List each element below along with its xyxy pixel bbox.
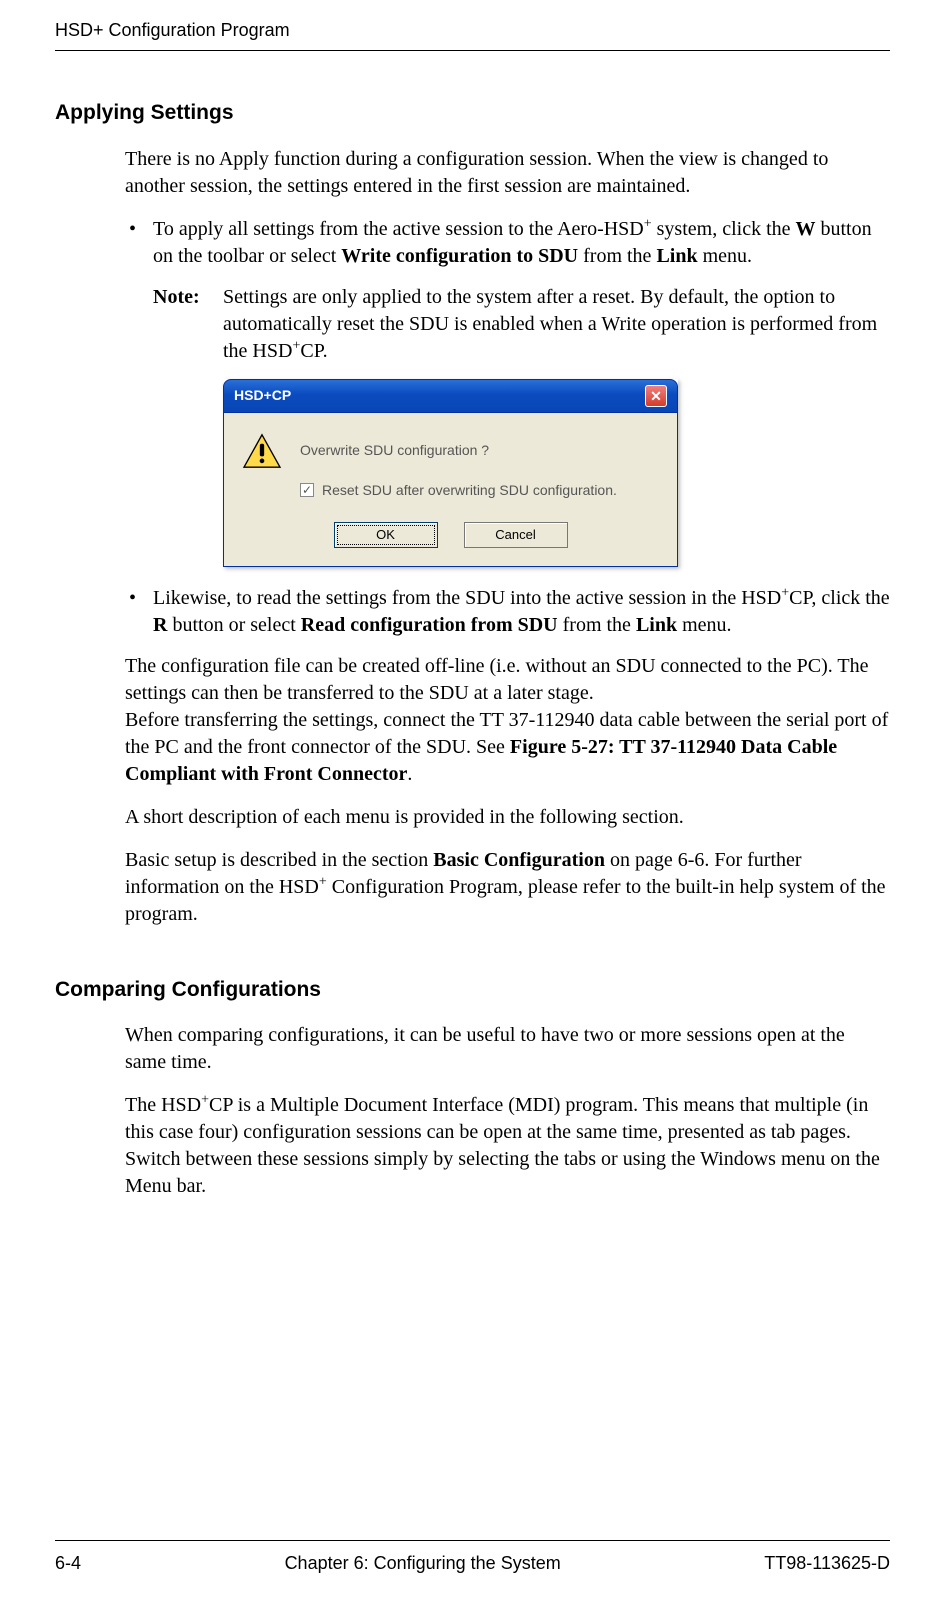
- checkbox-label: Reset SDU after overwriting SDU configur…: [322, 481, 617, 500]
- bullet-apply: • To apply all settings from the active …: [125, 216, 890, 270]
- text: .: [407, 763, 412, 785]
- dialog-screenshot: HSD+CP ✕ Overwrite SDU configuration ?: [223, 379, 890, 567]
- basic-config-ref: Basic Configuration: [433, 849, 605, 871]
- heading-applying-settings: Applying Settings: [55, 99, 890, 127]
- dialog-body: Overwrite SDU configuration ? ✓ Reset SD…: [223, 413, 678, 567]
- text: The configuration file can be created of…: [125, 655, 868, 704]
- dialog-titlebar: HSD+CP ✕: [223, 379, 678, 413]
- text: from the: [558, 614, 636, 636]
- para-basic-setup: Basic setup is described in the section …: [125, 847, 890, 928]
- write-config-ref: Write configuration to SDU: [341, 245, 578, 267]
- sup-plus: +: [644, 216, 652, 231]
- para-menu-desc: A short description of each menu is prov…: [125, 804, 890, 831]
- read-config-ref: Read configuration from SDU: [301, 614, 558, 636]
- text: Basic setup is described in the section: [125, 849, 433, 871]
- text: To apply all settings from the active se…: [153, 218, 644, 240]
- check-icon: ✓: [302, 484, 312, 496]
- text: CP is a Multiple Document Interface (MDI…: [125, 1094, 880, 1197]
- warning-icon: [242, 433, 282, 469]
- bullet-read: • Likewise, to read the settings from th…: [125, 585, 890, 639]
- text: button or select: [167, 614, 300, 636]
- w-button-ref: W: [796, 218, 816, 240]
- ok-button[interactable]: OK: [334, 522, 438, 548]
- text: Likewise, to read the settings from the …: [153, 587, 781, 609]
- bullet-read-text: Likewise, to read the settings from the …: [153, 585, 890, 639]
- para-compare-intro: When comparing configurations, it can be…: [125, 1022, 890, 1076]
- footer-page-num: 6-4: [55, 1551, 81, 1575]
- note-body: Settings are only applied to the system …: [223, 284, 890, 365]
- para-intro: There is no Apply function during a conf…: [125, 146, 890, 200]
- link-menu-ref: Link: [656, 245, 697, 267]
- hsdcp-dialog: HSD+CP ✕ Overwrite SDU configuration ?: [223, 379, 678, 567]
- sup-plus: +: [201, 1092, 209, 1107]
- footer-chapter: Chapter 6: Configuring the System: [285, 1551, 561, 1575]
- dialog-title-text: HSD+CP: [234, 386, 291, 405]
- dialog-message: Overwrite SDU configuration ?: [300, 435, 489, 460]
- text: from the: [578, 245, 656, 267]
- page-header: HSD+ Configuration Program: [55, 0, 890, 51]
- page-footer: 6-4 Chapter 6: Configuring the System TT…: [55, 1540, 890, 1575]
- sup-plus: +: [319, 874, 327, 889]
- link-menu-ref: Link: [636, 614, 677, 636]
- bullet-dot: •: [125, 585, 153, 639]
- text: menu.: [698, 245, 752, 267]
- text: The HSD: [125, 1094, 201, 1116]
- note-label: Note:: [153, 284, 223, 365]
- close-icon: ✕: [650, 389, 662, 403]
- text: menu.: [677, 614, 731, 636]
- footer-doc-id: TT98-113625-D: [764, 1551, 890, 1575]
- para-mdi: The HSD+CP is a Multiple Document Interf…: [125, 1092, 890, 1200]
- para-offline: The configuration file can be created of…: [125, 653, 890, 788]
- header-title: HSD+ Configuration Program: [55, 20, 290, 40]
- sup-plus: +: [781, 585, 789, 600]
- close-button[interactable]: ✕: [645, 385, 667, 407]
- bullet-dot: •: [125, 216, 153, 270]
- r-button-ref: R: [153, 614, 167, 636]
- text: system, click the: [652, 218, 796, 240]
- cancel-button[interactable]: Cancel: [464, 522, 568, 548]
- text: CP, click the: [789, 587, 890, 609]
- heading-comparing-configs: Comparing Configurations: [55, 976, 890, 1004]
- reset-sdu-checkbox[interactable]: ✓: [300, 483, 314, 497]
- text: CP.: [300, 340, 327, 362]
- note-block: Note: Settings are only applied to the s…: [153, 284, 890, 365]
- bullet-apply-text: To apply all settings from the active se…: [153, 216, 890, 270]
